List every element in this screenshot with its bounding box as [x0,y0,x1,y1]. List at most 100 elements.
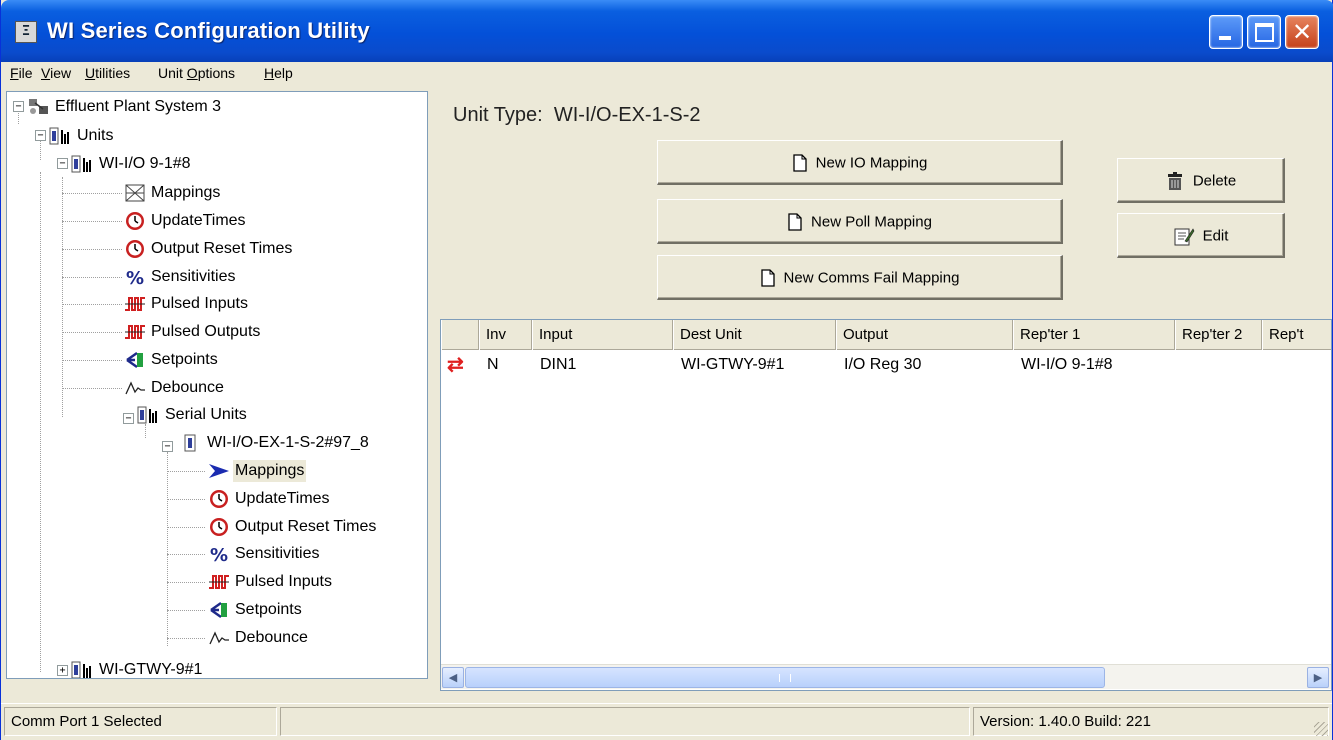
tree-pulsed-outputs[interactable]: Pulsed Outputs [123,321,383,343]
module-icon [184,434,196,452]
table-row[interactable]: ⇄ N DIN1 WI-GTWY-9#1 I/O Reg 30 WI-I/O 9… [441,352,1331,378]
minimize-icon [1219,36,1231,40]
debounce-icon [125,381,145,395]
tree-debounce[interactable]: Debounce [123,377,383,399]
status-middle [280,707,970,736]
collapse-units-toggle[interactable]: − [35,130,46,141]
unit-type: Unit Type: WI-I/O-EX-1-S-2 [453,104,701,126]
new-io-mapping-button[interactable]: New IO Mapping [657,140,1063,185]
collapse-root-toggle[interactable]: − [13,101,24,112]
tree-serial-sensitivities[interactable]: % Sensitivities [207,543,427,565]
percent-icon: % [210,545,228,564]
status-bar: Comm Port 1 Selected Version: 1.40.0 Bui… [1,703,1332,740]
debounce-icon [209,631,229,645]
close-button[interactable]: ✕ [1285,15,1319,49]
new-document-icon [760,269,775,287]
rack-icon [71,661,91,678]
edit-button[interactable]: Edit [1117,213,1285,258]
status-version: Version: 1.40.0 Build: 221 [973,707,1329,736]
tree-serial-update-times[interactable]: UpdateTimes [207,488,427,510]
rack-icon [137,406,157,424]
col-header-repeater-3[interactable]: Rep't [1262,320,1331,350]
col-header-icon[interactable] [441,320,479,350]
tree-mappings[interactable]: Mappings [123,182,383,204]
status-comm-port: Comm Port 1 Selected [4,707,277,736]
menu-unit-options[interactable]: Unit Options [158,65,235,81]
cell-inv: N [487,356,499,373]
tree-root-system[interactable]: Effluent Plant System 3 [27,96,347,118]
cell-output: I/O Reg 30 [844,356,922,373]
new-document-icon [792,154,807,172]
title-bar[interactable]: Ξ WI Series Configuration Utility ✕ [1,0,1333,62]
tree-gateway[interactable]: WI-GTWY-9#1 [71,659,311,678]
clock-icon [126,240,144,258]
clock-icon [210,518,228,536]
menu-bar: File View Utilities Unit Options Help [1,62,1332,88]
maximize-button[interactable] [1247,15,1281,49]
cell-repeater-1: WI-I/O 9-1#8 [1021,356,1113,373]
col-header-repeater-2[interactable]: Rep'ter 2 [1175,320,1262,350]
new-poll-mapping-button[interactable]: New Poll Mapping [657,199,1063,244]
maximize-icon [1255,23,1274,42]
menu-view[interactable]: View [41,65,71,81]
app-icon[interactable]: Ξ [15,21,37,43]
tree-serial-mappings[interactable]: Mappings [207,460,407,482]
network-icon [29,99,48,114]
swap-arrows-icon: ⇄ [447,354,464,376]
col-header-input[interactable]: Input [532,320,673,350]
percent-icon: % [126,268,144,287]
trash-icon [1167,172,1182,191]
col-header-inv[interactable]: Inv [479,320,532,350]
svg-text:%: % [210,545,228,564]
menu-file[interactable]: File [10,65,33,81]
tree-units[interactable]: Units [49,125,249,147]
new-comms-fail-mapping-button[interactable]: New Comms Fail Mapping [657,255,1063,300]
cell-dest-unit: WI-GTWY-9#1 [681,356,785,373]
menu-help[interactable]: Help [264,65,293,81]
col-header-output[interactable]: Output [836,320,1013,350]
tree-pulsed-inputs[interactable]: Pulsed Inputs [123,293,383,315]
resize-grip-icon[interactable] [1314,722,1328,736]
close-icon: ✕ [1291,18,1313,46]
tree-serial-output-reset-times[interactable]: Output Reset Times [207,516,427,538]
app-window: Ξ WI Series Configuration Utility ✕ File… [0,0,1333,740]
rack-icon [71,155,91,173]
delete-button[interactable]: Delete [1117,158,1285,203]
setpoint-icon [126,351,143,369]
collapse-serial-unit-toggle[interactable]: − [162,441,173,452]
tree-serial-debounce[interactable]: Debounce [207,627,427,649]
edit-icon [1174,228,1194,246]
col-header-dest-unit[interactable]: Dest Unit [673,320,836,350]
scroll-right-icon[interactable]: ▶ [1307,667,1329,688]
tree-serial-unit[interactable]: WI-I/O-EX-1-S-2#97_8 [179,432,427,454]
system-tree[interactable]: − − − − − + Effluent Plant System 3 Unit… [6,91,428,679]
tree-sensitivities[interactable]: % Sensitivities [123,266,383,288]
minimize-button[interactable] [1209,15,1243,49]
tree-unit-wi-io-9-1-8[interactable]: WI-I/O 9-1#8 [71,153,311,175]
expand-gateway-toggle[interactable]: + [57,665,68,676]
tree-serial-setpoints[interactable]: Setpoints [207,599,427,621]
clock-icon [210,490,228,508]
pulse-icon [209,575,229,589]
collapse-serial-units-toggle[interactable]: − [123,413,134,424]
setpoint-icon [210,601,227,619]
rack-icon [49,127,69,145]
collapse-unit1-toggle[interactable]: − [57,158,68,169]
table-header: Inv Input Dest Unit Output Rep'ter 1 Rep… [441,320,1331,350]
pulse-icon [125,297,145,311]
scroll-left-icon[interactable]: ◀ [442,667,464,688]
horizontal-scrollbar[interactable]: ◀ ▶ [441,664,1331,689]
mapping-grid-icon [125,184,145,202]
tree-serial-units[interactable]: Serial Units [137,404,357,426]
tree-update-times[interactable]: UpdateTimes [123,210,383,232]
menu-utilities[interactable]: Utilities [85,65,130,81]
mapping-table[interactable]: Inv Input Dest Unit Output Rep'ter 1 Rep… [440,319,1332,691]
tree-setpoints[interactable]: Setpoints [123,349,383,371]
pulse-icon [125,325,145,339]
cell-input: DIN1 [540,356,577,373]
scroll-thumb[interactable] [465,667,1105,688]
col-header-repeater-1[interactable]: Rep'ter 1 [1013,320,1175,350]
new-document-icon [788,213,802,231]
tree-output-reset-times[interactable]: Output Reset Times [123,238,403,260]
tree-serial-pulsed-inputs[interactable]: Pulsed Inputs [207,571,427,593]
